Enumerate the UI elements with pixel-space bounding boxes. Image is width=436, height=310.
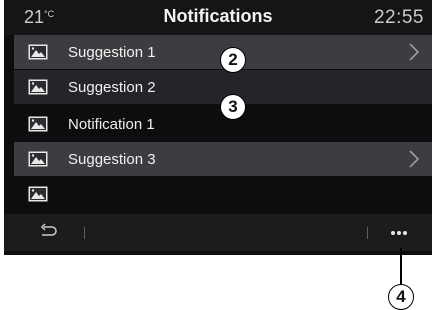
callout-2: 2 [220, 47, 246, 73]
status-bar: 21°C Notifications 22:55 [4, 0, 432, 35]
list-item-label: Suggestion 2 [68, 78, 156, 96]
chevron-right-icon[interactable] [408, 150, 420, 168]
bottom-toolbar [4, 214, 432, 251]
image-icon [28, 116, 48, 132]
list-item-label: Suggestion 1 [68, 43, 156, 61]
divider [84, 227, 85, 239]
image-icon [28, 79, 48, 95]
list-item-label: Suggestion 3 [68, 150, 156, 168]
list-item-empty[interactable] [14, 177, 432, 211]
clock: 22:55 [373, 7, 424, 28]
callout-3: 3 [220, 94, 246, 120]
chevron-right-icon[interactable] [408, 43, 420, 61]
divider [367, 227, 368, 239]
image-icon [28, 151, 48, 167]
image-icon [28, 186, 48, 202]
callout-4: 4 [388, 284, 414, 310]
image-icon [28, 44, 48, 60]
list-item-suggestion-3[interactable]: Suggestion 3 [14, 142, 432, 176]
page-title: Notifications [163, 6, 273, 26]
infotainment-screen: 21°C Notifications 22:55 Suggestion 1 Su… [4, 0, 432, 255]
list-item-label: Notification 1 [68, 115, 155, 133]
back-arrow-icon[interactable] [38, 223, 58, 241]
more-options-icon[interactable] [387, 222, 411, 242]
